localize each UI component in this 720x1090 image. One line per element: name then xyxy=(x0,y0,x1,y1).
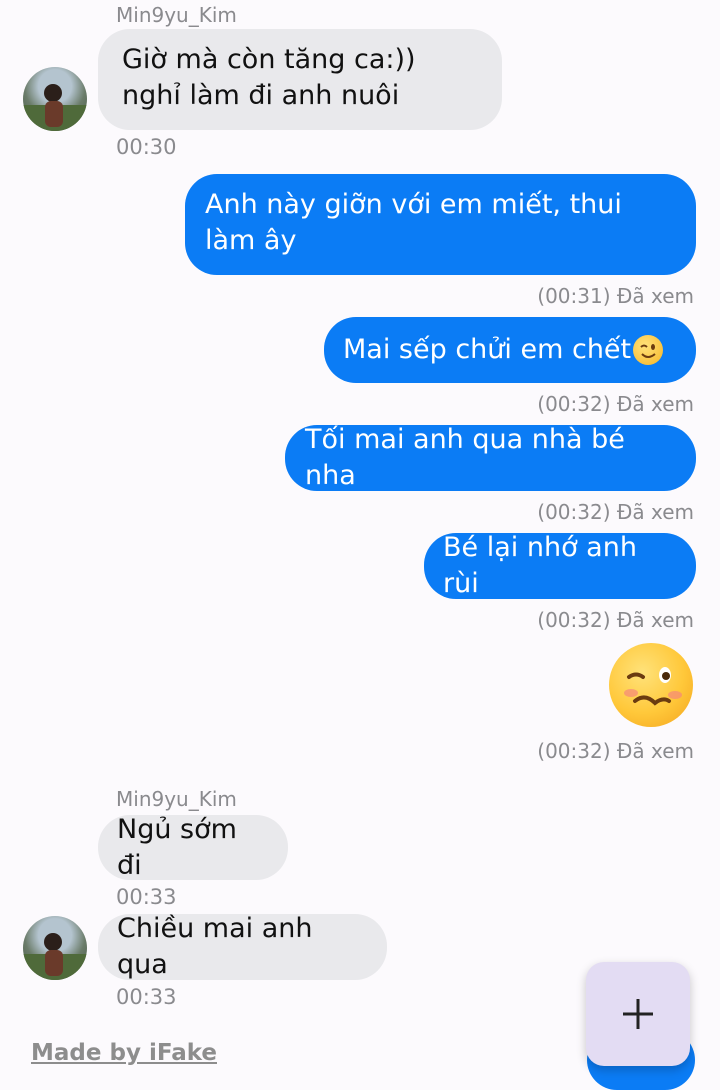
message-text: Chiều mai anh qua xyxy=(117,913,313,980)
message-text: Mai sếp chửi em chết xyxy=(343,334,632,365)
message-bubble-outgoing[interactable]: Mai sếp chửi em chết xyxy=(324,317,696,383)
message-bubble-outgoing[interactable]: Anh này giỡn với em miết, thui làm ây xyxy=(185,174,696,275)
message-bubble-incoming[interactable]: Chiều mai anh qua xyxy=(98,913,387,980)
read-status: (00:32) Đã xem xyxy=(537,500,694,524)
message-text: Giờ mà còn tăng ca:)) nghỉ làm đi anh nu… xyxy=(122,44,416,111)
message-text: Anh này giỡn với em miết, thui làm ây xyxy=(205,189,622,256)
made-by-watermark: Made by iFake xyxy=(31,1040,217,1066)
message-bubble-outgoing[interactable]: Tối mai anh qua nhà bé nha xyxy=(285,424,696,491)
woozy-face-emoji-icon[interactable] xyxy=(609,643,693,727)
message-time: 00:33 xyxy=(116,885,177,909)
winking-face-emoji-icon xyxy=(633,335,664,365)
message-bubble-outgoing[interactable]: Bé lại nhớ anh rùi xyxy=(424,532,696,599)
message-time: 00:30 xyxy=(116,135,177,159)
sender-name: Min9yu_Kim xyxy=(116,3,237,27)
add-button[interactable] xyxy=(586,962,690,1066)
read-status: (00:32) Đã xem xyxy=(537,608,694,632)
message-bubble-incoming[interactable]: Giờ mà còn tăng ca:)) nghỉ làm đi anh nu… xyxy=(98,29,502,130)
message-text: Bé lại nhớ anh rùi xyxy=(443,532,637,599)
read-status: (00:32) Đã xem xyxy=(537,739,694,763)
sender-name: Min9yu_Kim xyxy=(116,787,237,811)
message-text: Ngủ sớm đi xyxy=(117,813,237,881)
avatar[interactable] xyxy=(23,67,87,131)
message-text: Tối mai anh qua nhà bé nha xyxy=(305,424,625,491)
message-time: 00:33 xyxy=(116,985,177,1009)
plus-icon xyxy=(623,999,653,1029)
avatar[interactable] xyxy=(23,916,87,980)
message-bubble-incoming[interactable]: Ngủ sớm đi xyxy=(98,814,288,881)
read-status: (00:32) Đã xem xyxy=(537,392,694,416)
read-status: (00:31) Đã xem xyxy=(537,284,694,308)
